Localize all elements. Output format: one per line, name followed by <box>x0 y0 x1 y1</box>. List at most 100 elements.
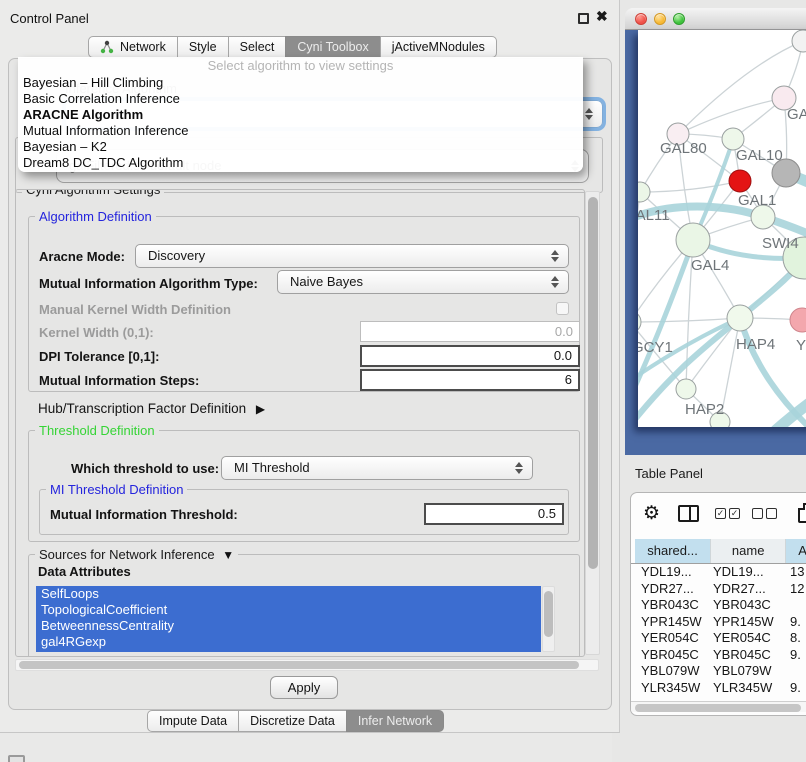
network-window-frame: GALGAL80GAL10GAL11GAL1SWI4GAL4GCY1HAP4YH… <box>625 30 806 455</box>
minimize-traffic-light-icon[interactable] <box>654 13 666 25</box>
mi-algorithm-type-combobox[interactable]: Naive Bayes <box>277 270 569 294</box>
node-label: SWI4 <box>762 235 799 252</box>
manual-kernel-width-label: Manual Kernel Width Definition <box>39 302 231 317</box>
scrollbar-thumb[interactable] <box>19 661 579 669</box>
column-header-name[interactable]: name <box>711 539 786 563</box>
threshold-definition-group: Threshold Definition Which threshold to … <box>28 430 580 542</box>
cell: 9 <box>790 696 806 698</box>
apply-button[interactable]: Apply <box>270 676 338 699</box>
deselect-all-checkboxes-icon[interactable] <box>752 508 777 519</box>
mi-steps-field[interactable]: 6 <box>360 369 580 391</box>
tab-discretize-data[interactable]: Discretize Data <box>238 710 347 732</box>
aracne-mode-label: Aracne Mode: <box>39 249 125 264</box>
hub-tf-definition-row[interactable]: Hub/Transcription Factor Definition ▶ <box>38 401 265 416</box>
network-node[interactable] <box>727 305 753 331</box>
node-label: GAL11 <box>638 207 670 224</box>
node-label: GAL10 <box>736 147 783 164</box>
settings-vertical-scrollbar[interactable] <box>585 191 600 655</box>
tab-label: Cyni Toolbox <box>297 40 368 54</box>
table-horizontal-scrollbar[interactable] <box>631 701 806 712</box>
cell: YDL19... <box>713 564 787 579</box>
scrollbar-thumb[interactable] <box>635 704 801 712</box>
combo-value: Naive Bayes <box>290 274 363 289</box>
list-item[interactable]: TopologicalCoefficient <box>36 602 541 618</box>
unchecked-box-icon <box>766 508 777 519</box>
which-threshold-combobox[interactable]: MI Threshold <box>221 456 533 480</box>
tab-style[interactable]: Style <box>177 36 229 58</box>
cell: YLR345W <box>713 680 787 695</box>
data-attributes-list: SelfLoops TopologicalCoefficient Between… <box>36 586 541 652</box>
popup-item[interactable]: Dream8 DC_TDC Algorithm <box>18 155 583 171</box>
aracne-mode-combobox[interactable]: Discovery <box>135 244 569 268</box>
tab-impute-data[interactable]: Impute Data <box>147 710 239 732</box>
select-all-checkboxes-icon[interactable]: ✓ ✓ <box>715 508 740 519</box>
table-row[interactable]: YLR345WYLR345W9. <box>631 680 806 697</box>
chevron-down-icon[interactable]: ▼ <box>222 548 234 562</box>
table-row[interactable]: YDR27...YDR27...12 <box>631 581 806 598</box>
node-label: GAL80 <box>660 140 707 157</box>
tab-label: Select <box>240 40 275 54</box>
close-icon[interactable]: ✖ <box>596 8 608 25</box>
manual-kernel-width-checkbox[interactable] <box>556 302 569 315</box>
column-header-shared-name[interactable]: shared... <box>635 539 711 563</box>
cell: YDR27... <box>641 581 711 596</box>
scrollbar-thumb[interactable] <box>588 197 598 569</box>
tab-select[interactable]: Select <box>228 36 287 58</box>
float-window-icon[interactable] <box>578 13 589 24</box>
table-row[interactable]: YBL079WYBL079W <box>631 663 806 680</box>
dpi-tolerance-label: DPI Tolerance [0,1]: <box>39 349 159 364</box>
table-row[interactable]: YDL19...YDL19...13 <box>631 564 806 581</box>
tab-jactivemnodules[interactable]: jActiveMNodules <box>380 36 497 58</box>
control-panel-titlebar: Control Panel ✖ <box>0 0 619 32</box>
table-row[interactable]: YER054CYER054C8. <box>631 630 806 647</box>
column-header-partial[interactable]: A <box>786 539 806 563</box>
network-node[interactable] <box>638 311 641 333</box>
dpi-tolerance-field[interactable]: 0.0 <box>360 345 580 367</box>
network-node[interactable] <box>676 379 696 399</box>
table-row[interactable]: YIL052CYIL052C9 <box>631 696 806 698</box>
network-node[interactable] <box>792 30 806 52</box>
mi-threshold-field[interactable]: 0.5 <box>424 503 564 525</box>
attributes-list-scrollbar[interactable] <box>542 586 555 652</box>
gear-icon[interactable]: ⚙ <box>643 501 660 527</box>
settings-horizontal-scrollbar[interactable] <box>15 659 599 671</box>
tab-label: Infer Network <box>358 714 432 728</box>
popup-item-selected[interactable]: ARACNE Algorithm <box>18 107 583 123</box>
cell: YDL19... <box>641 564 711 579</box>
cell: 9. <box>790 614 806 629</box>
zoom-traffic-light-icon[interactable] <box>673 13 685 25</box>
network-node[interactable] <box>729 170 751 192</box>
table-row[interactable]: YBR043CYBR043C <box>631 597 806 614</box>
combo-arrows-icon <box>551 250 560 262</box>
network-canvas[interactable]: GALGAL80GAL10GAL11GAL1SWI4GAL4GCY1HAP4YH… <box>638 30 806 427</box>
table-row[interactable]: YBR045CYBR045C9. <box>631 647 806 664</box>
group-title: Algorithm Definition <box>35 209 156 224</box>
scrollbar-thumb[interactable] <box>544 591 553 637</box>
mi-threshold-label: Mutual Information Threshold: <box>50 507 238 522</box>
popup-item[interactable]: Basic Correlation Inference <box>18 91 583 107</box>
table-row[interactable]: YPR145WYPR145W9. <box>631 614 806 631</box>
tab-network[interactable]: Network <box>88 36 178 58</box>
list-item[interactable]: SelfLoops <box>36 586 541 602</box>
tab-infer-network[interactable]: Infer Network <box>346 710 444 732</box>
tab-label: Discretize Data <box>250 714 335 728</box>
cell: YER054C <box>641 630 711 645</box>
network-node[interactable] <box>790 308 806 332</box>
network-window-titlebar[interactable] <box>625 8 806 30</box>
export-table-icon[interactable] <box>798 503 806 523</box>
tab-cyni-toolbox[interactable]: Cyni Toolbox <box>285 36 380 58</box>
docked-panel-icon[interactable] <box>8 755 25 762</box>
popup-item[interactable]: Bayesian – K2 <box>18 139 583 155</box>
list-item[interactable] <box>36 650 541 652</box>
popup-item[interactable]: Mutual Information Inference <box>18 123 583 139</box>
list-item[interactable]: gal4RGexp <box>36 634 541 650</box>
mi-algorithm-type-label: Mutual Information Algorithm Type: <box>39 276 258 291</box>
checked-box-icon: ✓ <box>715 508 726 519</box>
column-layout-icon[interactable] <box>678 505 699 522</box>
network-node[interactable] <box>676 223 710 257</box>
list-item[interactable]: BetweennessCentrality <box>36 618 541 634</box>
kernel-width-field[interactable]: 0.0 <box>360 321 580 342</box>
close-traffic-light-icon[interactable] <box>635 13 647 25</box>
popup-item[interactable]: Bayesian – Hill Climbing <box>18 75 583 91</box>
checked-box-icon: ✓ <box>729 508 740 519</box>
